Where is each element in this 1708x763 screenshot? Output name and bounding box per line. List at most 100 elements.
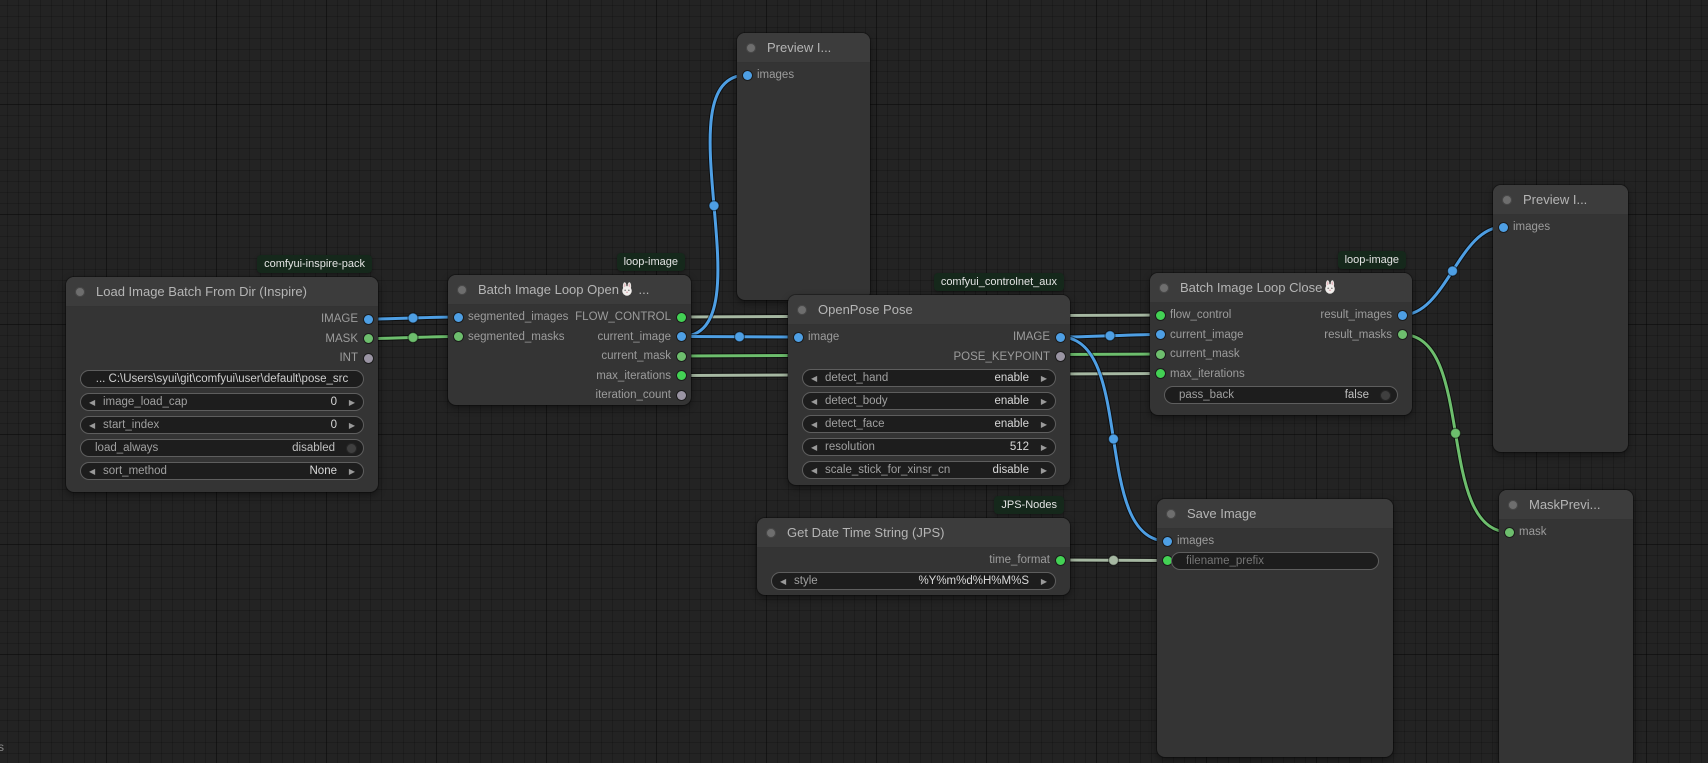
FLOW_CONTROL-output-dot[interactable] bbox=[677, 313, 686, 322]
node-title: Save Image bbox=[1157, 499, 1393, 529]
link-midpoint-dot[interactable] bbox=[1448, 266, 1458, 276]
current_mask-output-dot[interactable] bbox=[677, 352, 686, 361]
current_image-input-dot[interactable] bbox=[1156, 330, 1165, 339]
output-slot-label: MASK bbox=[325, 333, 358, 345]
decrement-arrow-icon[interactable]: ◀ bbox=[89, 463, 95, 480]
segmented_masks-input-dot[interactable] bbox=[454, 332, 463, 341]
link-midpoint-dot[interactable] bbox=[408, 333, 418, 343]
current_mask-input-dot[interactable] bbox=[1156, 350, 1165, 359]
decrement-arrow-icon[interactable]: ◀ bbox=[811, 462, 817, 479]
node-badge: loop-image bbox=[1338, 251, 1406, 269]
increment-arrow-icon[interactable]: ▶ bbox=[1041, 416, 1047, 433]
widget-label: scale_stick_for_xinsr_cn bbox=[825, 462, 950, 479]
POSE_KEYPOINT-output-dot[interactable] bbox=[1056, 352, 1065, 361]
images-input-dot[interactable] bbox=[1163, 537, 1172, 546]
collapse-dot[interactable] bbox=[457, 285, 467, 295]
link-midpoint-dot[interactable] bbox=[735, 332, 745, 342]
decrement-arrow-icon[interactable]: ◀ bbox=[811, 393, 817, 410]
widget-resolution[interactable]: ◀resolution512▶ bbox=[802, 438, 1056, 456]
images-input-dot[interactable] bbox=[1499, 223, 1508, 232]
widget-scale_stick_for_xinsr_cn[interactable]: ◀scale_stick_for_xinsr_cndisable▶ bbox=[802, 461, 1056, 479]
decrement-arrow-icon[interactable]: ◀ bbox=[780, 573, 786, 590]
collapse-dot[interactable] bbox=[797, 305, 807, 315]
IMAGE-output-dot[interactable] bbox=[1056, 333, 1065, 342]
widget-start_index[interactable]: ◀start_index0▶ bbox=[80, 416, 364, 434]
link-midpoint-dot[interactable] bbox=[1451, 428, 1461, 438]
node-load-image-batch[interactable]: Load Image Batch From Dir (Inspire)IMAGE… bbox=[66, 277, 378, 492]
increment-arrow-icon[interactable]: ▶ bbox=[349, 463, 355, 480]
widget-image_load_cap[interactable]: ◀image_load_cap0▶ bbox=[80, 393, 364, 411]
collapse-dot[interactable] bbox=[746, 43, 756, 53]
result_images-output-dot[interactable] bbox=[1398, 311, 1407, 320]
collapse-dot[interactable] bbox=[75, 287, 85, 297]
output-slot-FLOW_CONTROL: FLOW_CONTROL bbox=[575, 308, 691, 326]
toggle-knob-icon[interactable] bbox=[346, 443, 357, 454]
max_iterations-input-dot[interactable] bbox=[1156, 369, 1165, 378]
link-midpoint-dot[interactable] bbox=[1109, 434, 1119, 444]
INT-output-dot[interactable] bbox=[364, 354, 373, 363]
node-preview-image-right[interactable]: Preview I...images bbox=[1493, 185, 1628, 452]
collapse-dot[interactable] bbox=[1159, 283, 1169, 293]
decrement-arrow-icon[interactable]: ◀ bbox=[89, 417, 95, 434]
node-batch-loop-open[interactable]: Batch Image Loop Open ...segmented_image… bbox=[448, 275, 691, 405]
increment-arrow-icon[interactable]: ▶ bbox=[349, 394, 355, 411]
node-get-date-time[interactable]: Get Date Time String (JPS)time_format◀st… bbox=[757, 518, 1070, 595]
widget-path-text[interactable]: ... C:\Users\syui\git\comfyui\user\defau… bbox=[80, 370, 364, 388]
mask-input-dot[interactable] bbox=[1505, 528, 1514, 537]
node-batch-loop-close[interactable]: Batch Image Loop Closeflow_controlcurren… bbox=[1150, 273, 1412, 415]
MASK-output-dot[interactable] bbox=[364, 334, 373, 343]
output-slot-label: FLOW_CONTROL bbox=[575, 311, 671, 323]
node-title-text: OpenPose Pose bbox=[818, 302, 913, 317]
increment-arrow-icon[interactable]: ▶ bbox=[1041, 439, 1047, 456]
max_iterations-output-dot[interactable] bbox=[677, 371, 686, 380]
widget-detect_hand[interactable]: ◀detect_handenable▶ bbox=[802, 369, 1056, 387]
flow_control-input-dot[interactable] bbox=[1156, 311, 1165, 320]
widget-style[interactable]: ◀style%Y%m%d%H%M%S▶ bbox=[771, 572, 1056, 590]
increment-arrow-icon[interactable]: ▶ bbox=[1041, 462, 1047, 479]
image-input-dot[interactable] bbox=[794, 333, 803, 342]
widget-label: start_index bbox=[103, 417, 159, 434]
node-mask-preview[interactable]: MaskPrevi...mask bbox=[1499, 490, 1633, 763]
collapse-dot[interactable] bbox=[766, 528, 776, 538]
input-slot-label: mask bbox=[1519, 526, 1546, 538]
node-save-image[interactable]: Save Imageimagesfilename_prefixfilename_… bbox=[1157, 499, 1393, 757]
widget-filename_prefix[interactable]: filename_prefix bbox=[1171, 552, 1379, 570]
input-slot-label: images bbox=[1513, 221, 1550, 233]
iteration_count-output-dot[interactable] bbox=[677, 391, 686, 400]
time_format-output-dot[interactable] bbox=[1056, 556, 1065, 565]
images-input-dot[interactable] bbox=[743, 71, 752, 80]
widget-label: pass_back bbox=[1179, 387, 1234, 404]
input-slot-mask: mask bbox=[1499, 523, 1546, 541]
decrement-arrow-icon[interactable]: ◀ bbox=[89, 394, 95, 411]
link-midpoint-dot[interactable] bbox=[408, 313, 418, 323]
segmented_images-input-dot[interactable] bbox=[454, 313, 463, 322]
widget-pass_back[interactable]: pass_backfalse bbox=[1164, 386, 1398, 404]
widget-value: %Y%m%d%H%M%S bbox=[918, 573, 1029, 590]
node-openpose-pose[interactable]: OpenPose PoseimageIMAGEPOSE_KEYPOINT◀det… bbox=[788, 295, 1070, 485]
increment-arrow-icon[interactable]: ▶ bbox=[1041, 393, 1047, 410]
current_image-output-dot[interactable] bbox=[677, 332, 686, 341]
toggle-knob-icon[interactable] bbox=[1380, 390, 1391, 401]
IMAGE-output-dot[interactable] bbox=[364, 315, 373, 324]
widget-sort_method[interactable]: ◀sort_methodNone▶ bbox=[80, 462, 364, 480]
decrement-arrow-icon[interactable]: ◀ bbox=[811, 370, 817, 387]
link-midpoint-dot[interactable] bbox=[709, 201, 719, 211]
collapse-dot[interactable] bbox=[1166, 509, 1176, 519]
widget-detect_face[interactable]: ◀detect_faceenable▶ bbox=[802, 415, 1056, 433]
increment-arrow-icon[interactable]: ▶ bbox=[1041, 573, 1047, 590]
link-midpoint-dot[interactable] bbox=[1109, 555, 1119, 565]
result_masks-output-dot[interactable] bbox=[1398, 330, 1407, 339]
link-midpoint-dot[interactable] bbox=[1105, 331, 1115, 341]
node-preview-image-top[interactable]: Preview I...images bbox=[737, 33, 870, 300]
output-slot-MASK: MASK bbox=[325, 330, 378, 348]
increment-arrow-icon[interactable]: ▶ bbox=[349, 417, 355, 434]
decrement-arrow-icon[interactable]: ◀ bbox=[811, 439, 817, 456]
node-graph-canvas[interactable]: s Load Image Batch From Dir (Inspire)IMA… bbox=[0, 0, 1708, 763]
increment-arrow-icon[interactable]: ▶ bbox=[1041, 370, 1047, 387]
collapse-dot[interactable] bbox=[1502, 195, 1512, 205]
node-badge: comfyui-inspire-pack bbox=[257, 255, 372, 273]
collapse-dot[interactable] bbox=[1508, 500, 1518, 510]
decrement-arrow-icon[interactable]: ◀ bbox=[811, 416, 817, 433]
widget-detect_body[interactable]: ◀detect_bodyenable▶ bbox=[802, 392, 1056, 410]
widget-load_always[interactable]: load_alwaysdisabled bbox=[80, 439, 364, 457]
